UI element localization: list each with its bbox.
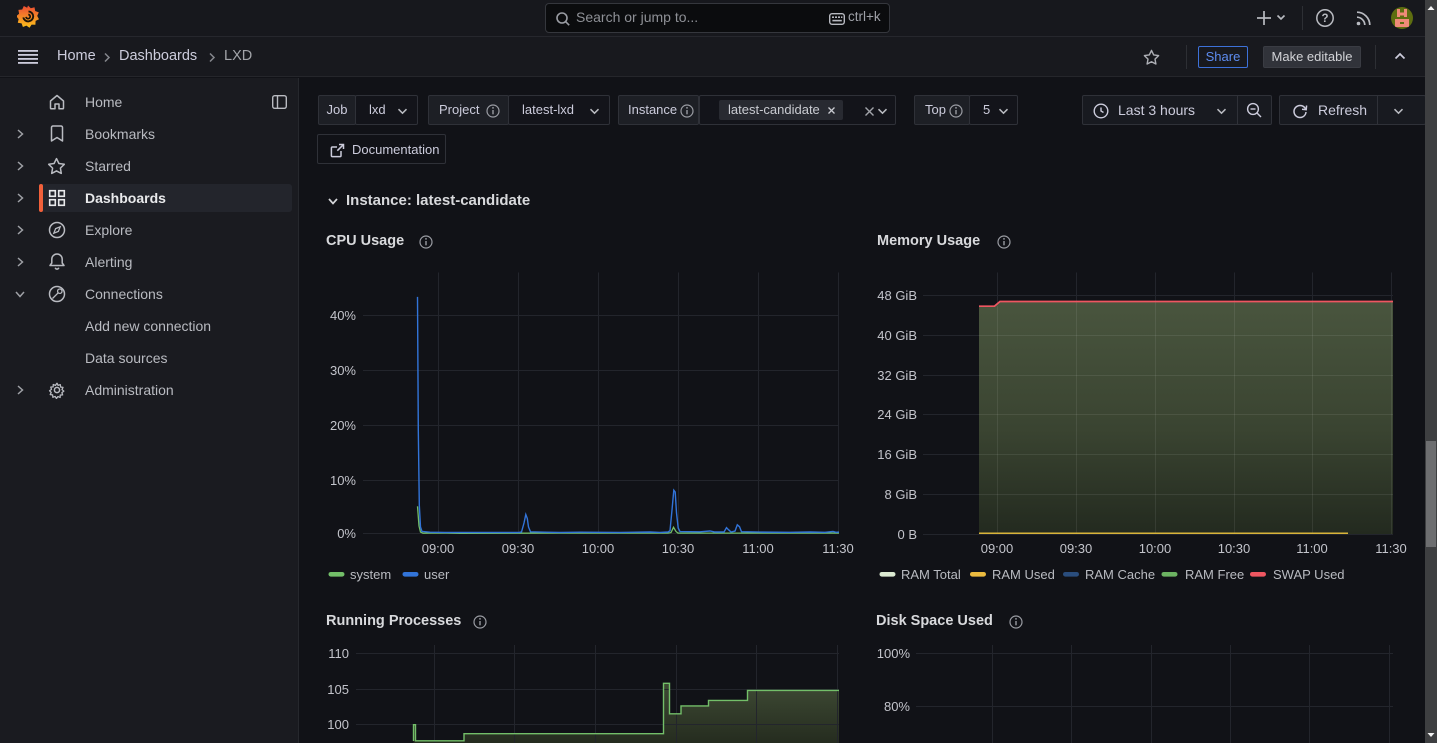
svg-text:0%: 0% xyxy=(337,526,356,541)
svg-text:RAM Free: RAM Free xyxy=(1185,567,1244,582)
svg-text:user: user xyxy=(424,567,450,582)
svg-text:11:30: 11:30 xyxy=(822,541,854,556)
svg-text:09:30: 09:30 xyxy=(1060,541,1093,556)
svg-text:16 GiB: 16 GiB xyxy=(877,447,917,462)
svg-text:09:00: 09:00 xyxy=(422,541,455,556)
svg-text:32 GiB: 32 GiB xyxy=(877,368,917,383)
svg-text:11:30: 11:30 xyxy=(1375,541,1407,556)
svg-text:40 GiB: 40 GiB xyxy=(877,328,917,343)
svg-text:10:00: 10:00 xyxy=(1139,541,1172,556)
svg-text:20%: 20% xyxy=(330,418,356,433)
svg-text:RAM Cache: RAM Cache xyxy=(1085,567,1155,582)
svg-text:24 GiB: 24 GiB xyxy=(877,407,917,422)
svg-text:09:30: 09:30 xyxy=(502,541,535,556)
svg-text:11:00: 11:00 xyxy=(742,541,774,556)
svg-text:SWAP Used: SWAP Used xyxy=(1273,567,1345,582)
svg-text:RAM Total: RAM Total xyxy=(901,567,961,582)
svg-text:48 GiB: 48 GiB xyxy=(877,288,917,303)
svg-text:system: system xyxy=(350,567,391,582)
svg-text:10:30: 10:30 xyxy=(662,541,695,556)
svg-text:?: ? xyxy=(1321,13,1328,25)
svg-text:105: 105 xyxy=(327,682,349,697)
svg-text:0 B: 0 B xyxy=(897,527,917,542)
svg-text:8 GiB: 8 GiB xyxy=(884,487,917,502)
svg-text:110: 110 xyxy=(328,646,349,661)
svg-text:11:00: 11:00 xyxy=(1296,541,1328,556)
svg-text:30%: 30% xyxy=(330,363,356,378)
svg-text:80%: 80% xyxy=(884,699,910,714)
svg-text:10:00: 10:00 xyxy=(582,541,615,556)
svg-text:40%: 40% xyxy=(330,308,356,323)
svg-text:10%: 10% xyxy=(330,473,356,488)
svg-text:09:00: 09:00 xyxy=(981,541,1014,556)
svg-text:100: 100 xyxy=(327,717,349,732)
svg-text:10:30: 10:30 xyxy=(1218,541,1251,556)
svg-text:100%: 100% xyxy=(877,646,911,661)
svg-text:RAM Used: RAM Used xyxy=(992,567,1055,582)
